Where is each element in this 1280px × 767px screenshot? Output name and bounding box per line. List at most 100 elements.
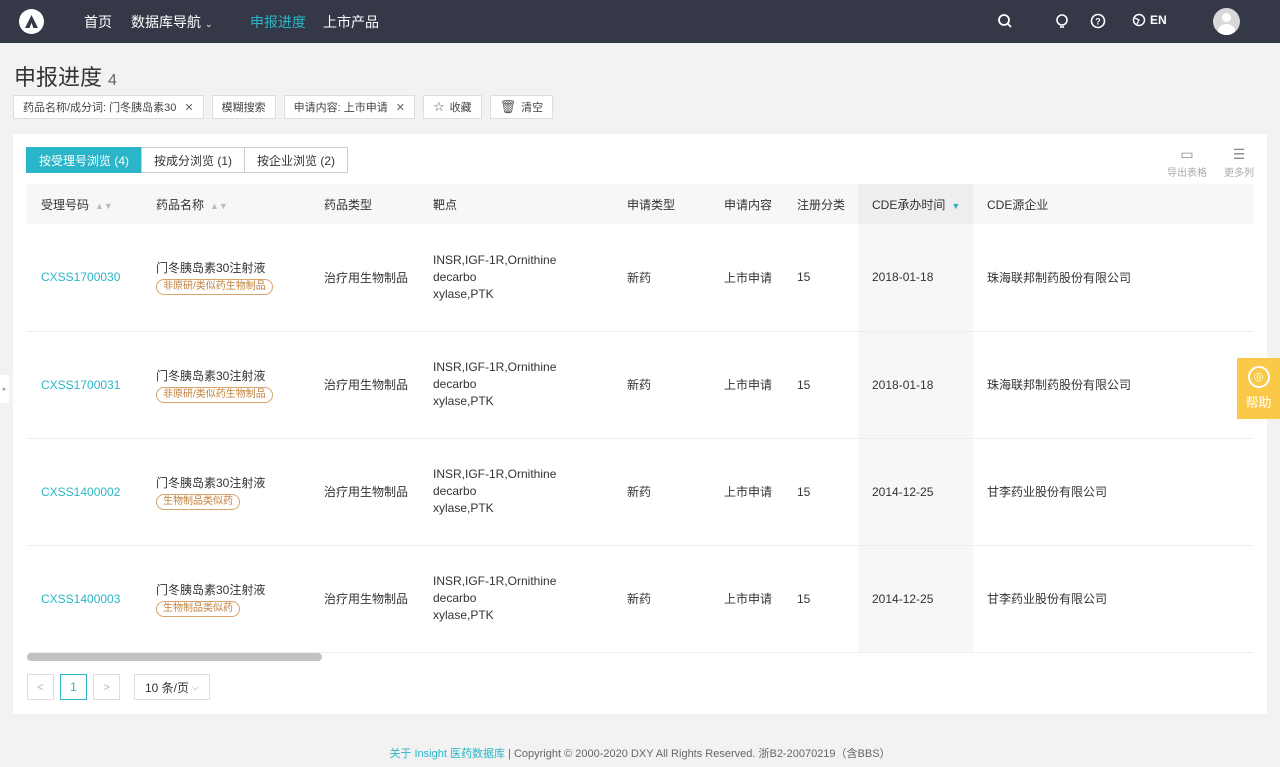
cell-apply-type: 新药 (613, 224, 710, 332)
cell-code[interactable]: CXSS1400003 (27, 545, 142, 653)
sort-desc-icon[interactable]: ▼ (951, 201, 960, 211)
col-date[interactable]: CDE承办时间 ▼ (858, 184, 973, 224)
nav-db[interactable]: 数据库导航 ⌄ (131, 12, 213, 32)
cell-company: 珠海联邦制药股份有限公司 (973, 331, 1241, 439)
favorite-button[interactable]: ☆ 收藏 (422, 95, 482, 119)
col-type: 药品类型 (310, 184, 419, 224)
next-page-button[interactable]: > (93, 674, 120, 700)
page-size-select[interactable]: 10 条/页 ⌵ (134, 674, 210, 700)
target-line-1: INSR,IGF-1R,Ornithine decarbo (433, 467, 557, 498)
table-row[interactable]: CXSS1400002 门冬胰岛素30注射液 生物制品类似药 治疗用生物制品 INSR,… (27, 438, 1253, 546)
about-link[interactable]: 关于 Insight 医药数据库 (389, 748, 505, 760)
cell-apply-type: 新药 (613, 331, 710, 439)
cell-content: 上市申请 (710, 545, 783, 653)
page-title: 申报进度 4 (14, 60, 117, 92)
more-columns-label: 更多列 (1224, 168, 1254, 179)
search-icon[interactable] (997, 13, 1013, 29)
code-link[interactable]: CXSS1700030 (41, 270, 120, 284)
language-switch[interactable]: EN (1132, 13, 1167, 27)
globe-icon (1132, 13, 1146, 27)
more-columns-button[interactable]: ☰ 更多列 (1219, 146, 1259, 179)
cell-type: 治疗用生物制品 (310, 224, 419, 332)
fuzzy-search-button[interactable]: 模糊搜索 (211, 95, 276, 119)
table-row[interactable]: CXSS1700031 门冬胰岛素30注射液 非原研/类似药生物制品 治疗用生物制品 I… (27, 331, 1253, 439)
drug-name[interactable]: 门冬胰岛素30注射液 (156, 474, 310, 491)
bulb-icon[interactable] (1054, 13, 1070, 29)
col-company: CDE源企业 (973, 184, 1241, 224)
svg-text:?: ? (1095, 17, 1101, 27)
drug-name[interactable]: 门冬胰岛素30注射液 (156, 259, 310, 276)
cell-company: 珠海联邦制药股份有限公司 (973, 224, 1241, 332)
favorite-label: 收藏 (449, 102, 472, 114)
cell-code[interactable]: CXSS1700031 (27, 331, 142, 439)
cell-content: 上市申请 (710, 224, 783, 332)
table-row[interactable]: CXSS1400003 门冬胰岛素30注射液 生物制品类似药 治疗用生物制品 INSR,… (27, 545, 1253, 653)
cell-code[interactable]: CXSS1700030 (27, 224, 142, 332)
col-date-label: CDE承办时间 (872, 197, 946, 212)
cell-type: 治疗用生物制品 (310, 331, 419, 439)
drug-name[interactable]: 门冬胰岛素30注射液 (156, 367, 310, 384)
target-line-1: INSR,IGF-1R,Ornithine decarbo (433, 574, 557, 605)
sort-icon[interactable]: ▲▼ (95, 201, 113, 211)
filter-chip-content-label: 申请内容: 上市申请 (293, 102, 388, 114)
list-icon: ☰ (1232, 146, 1246, 162)
table-row[interactable]: CXSS1700030 门冬胰岛素30注射液 非原研/类似药生物制品 治疗用生物制品 I… (27, 224, 1253, 332)
help-label: 帮助 (1245, 395, 1272, 410)
drug-name[interactable]: 门冬胰岛素30注射液 (156, 581, 310, 598)
col-code-label: 受理号码 (41, 197, 90, 212)
side-expand-handle[interactable]: ▸ (0, 375, 9, 403)
help-button[interactable]: ◎ 帮助 (1237, 358, 1280, 419)
cell-content: 上市申请 (710, 438, 783, 546)
col-reg: 注册分类 (783, 184, 858, 224)
avatar[interactable] (1213, 8, 1240, 35)
col-name[interactable]: 药品名称 ▲▼ (142, 184, 310, 224)
nav-listed[interactable]: 上市产品 (323, 12, 379, 32)
cell-reg: 15 (783, 438, 858, 546)
cell-reg: 15 (783, 224, 858, 332)
cell-date: 2018-01-18 (858, 331, 973, 439)
cell-name: 门冬胰岛素30注射液 非原研/类似药生物制品 (142, 224, 310, 332)
help-circle-icon[interactable]: ? (1090, 13, 1106, 29)
chevron-down-icon: ⌄ (205, 19, 213, 29)
code-link[interactable]: CXSS1400003 (41, 592, 120, 606)
horizontal-scrollbar[interactable] (27, 653, 1253, 661)
scrollbar-thumb[interactable] (27, 653, 322, 661)
filter-chip-drug[interactable]: 药品名称/成分词: 门冬胰岛素30 ✕ (13, 95, 204, 119)
tab-by-code[interactable]: 按受理号浏览 (4) (26, 147, 143, 173)
tab-by-ingredient[interactable]: 按成分浏览 (1) (141, 147, 246, 173)
code-link[interactable]: CXSS1400002 (41, 485, 120, 499)
filter-chip-content[interactable]: 申请内容: 上市申请 ✕ (283, 95, 415, 119)
logo-icon[interactable] (19, 9, 44, 34)
cell-date: 2018-01-18 (858, 224, 973, 332)
cell-extra: 甘 (1241, 438, 1253, 546)
cell-company: 甘李药业股份有限公司 (973, 545, 1241, 653)
cell-code[interactable]: CXSS1400002 (27, 438, 142, 546)
export-button[interactable]: ▭ 导出表格 (1167, 146, 1207, 179)
nav-db-label: 数据库导航 (131, 14, 201, 30)
prev-page-button[interactable]: < (27, 674, 54, 700)
tab-by-company[interactable]: 按企业浏览 (2) (244, 147, 349, 173)
page-1-button[interactable]: 1 (60, 674, 87, 700)
cell-reg: 15 (783, 331, 858, 439)
close-icon[interactable]: ✕ (396, 101, 405, 114)
cell-apply-type: 新药 (613, 438, 710, 546)
cell-date: 2014-12-25 (858, 545, 973, 653)
cell-content: 上市申请 (710, 331, 783, 439)
cell-reg: 15 (783, 545, 858, 653)
code-link[interactable]: CXSS1700031 (41, 378, 120, 392)
clear-button[interactable]: 🗑 清空 (489, 95, 554, 119)
top-nav: 首页 数据库导航 ⌄ 申报进度 上市产品 ? EN (0, 0, 1280, 43)
nav-home[interactable]: 首页 (84, 12, 112, 32)
col-code[interactable]: 受理号码 ▲▼ (27, 184, 142, 224)
sort-icon[interactable]: ▲▼ (210, 201, 228, 211)
cell-type: 治疗用生物制品 (310, 438, 419, 546)
results-table: 受理号码 ▲▼ 药品名称 ▲▼ 药品类型 靶点 申请类型 申请内容 注册分类 CDE… (27, 184, 1253, 664)
target-line-1: INSR,IGF-1R,Ornithine decarbo (433, 252, 557, 284)
cell-target: INSR,IGF-1R,Ornithine decarbo xylase,PTK (419, 331, 613, 439)
cell-type: 治疗用生物制品 (310, 545, 419, 653)
cell-apply-type: 新药 (613, 545, 710, 653)
close-icon[interactable]: ✕ (184, 101, 193, 114)
nav-progress[interactable]: 申报进度 (250, 12, 306, 32)
export-label: 导出表格 (1167, 168, 1207, 179)
cell-name: 门冬胰岛素30注射液 非原研/类似药生物制品 (142, 331, 310, 439)
